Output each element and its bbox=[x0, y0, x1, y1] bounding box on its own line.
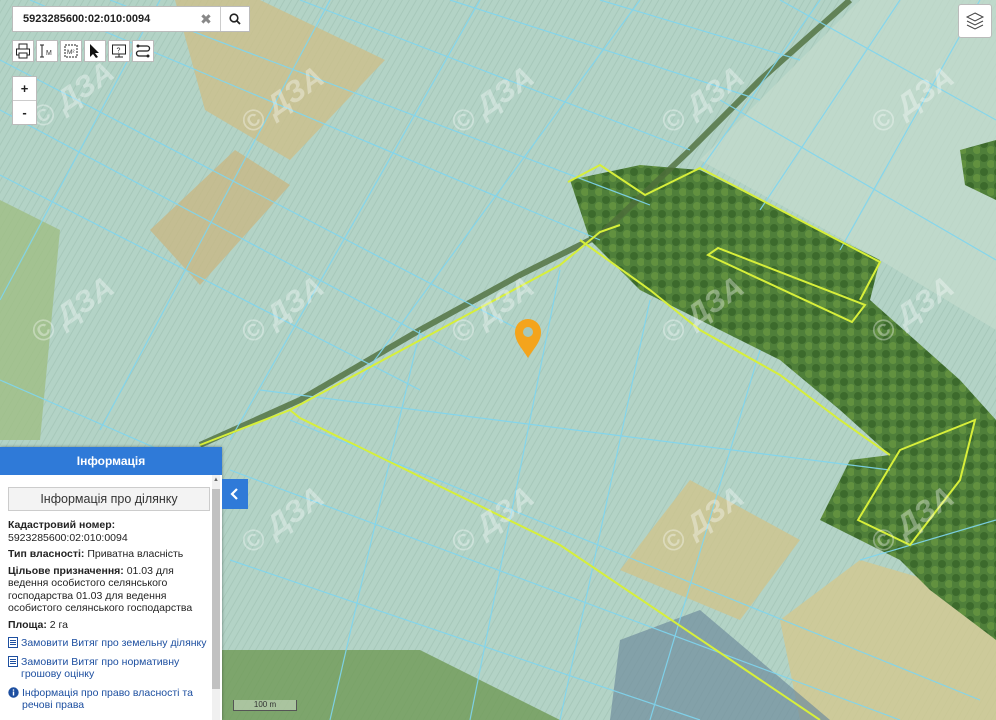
search-input[interactable]: 5923285600:02:010:0094 bbox=[13, 13, 192, 25]
parcel-info-title: Інформація про ділянку bbox=[8, 487, 210, 511]
info-panel: Інформація Інформація про ділянку Кадаст… bbox=[0, 447, 222, 720]
zoom-in-button[interactable]: + bbox=[13, 77, 36, 100]
route-button[interactable] bbox=[132, 40, 154, 62]
order-extract-link[interactable]: Замовити Витяг про земельну ділянку bbox=[8, 637, 210, 650]
document-icon bbox=[8, 637, 18, 648]
ownership-row: Тип власності: Приватна власність bbox=[8, 548, 210, 561]
layers-icon bbox=[965, 12, 985, 30]
scale-bar: 100 m bbox=[233, 700, 297, 711]
svg-text:?: ? bbox=[117, 48, 121, 55]
printer-icon bbox=[16, 43, 30, 59]
collapse-panel-button[interactable] bbox=[222, 479, 248, 509]
chevron-left-icon bbox=[230, 488, 238, 500]
print-button[interactable] bbox=[12, 40, 34, 62]
info-panel-scrollbar[interactable]: ▲ bbox=[212, 475, 220, 720]
area-row: Площа: 2 га bbox=[8, 619, 210, 632]
cadastral-label: Кадастровий номер: bbox=[8, 519, 116, 531]
measure-line-icon: M bbox=[40, 44, 52, 58]
cursor-icon bbox=[90, 44, 99, 58]
map-toolbar: M M² ? bbox=[12, 40, 154, 62]
route-icon bbox=[135, 44, 151, 58]
cadastral-row: Кадастровий номер: 5923285600:02:010:009… bbox=[8, 519, 210, 544]
document-icon bbox=[8, 655, 18, 667]
info-icon bbox=[8, 686, 19, 698]
svg-text:M²: M² bbox=[67, 49, 75, 56]
area-label: Площа: bbox=[8, 618, 47, 631]
measure-area-button[interactable]: M² bbox=[60, 40, 82, 62]
scroll-thumb[interactable] bbox=[212, 489, 220, 689]
ownership-value: Приватна власність bbox=[84, 548, 184, 560]
measure-distance-button[interactable]: M bbox=[36, 40, 58, 62]
info-panel-header: Інформація bbox=[0, 447, 222, 475]
layers-button[interactable] bbox=[958, 4, 992, 38]
order-extract-link-text: Замовити Витяг про земельну ділянку bbox=[21, 637, 207, 649]
svg-text:M: M bbox=[46, 50, 52, 57]
measure-area-icon: M² bbox=[64, 44, 78, 58]
ownership-label: Тип власності: bbox=[8, 548, 85, 560]
monitor-help-icon: ? bbox=[112, 44, 126, 58]
cadastral-value: 5923285600:02:010:0094 bbox=[8, 531, 128, 544]
ownership-rights-link[interactable]: Інформація про право власності та речові… bbox=[8, 687, 210, 712]
order-valuation-link[interactable]: Замовити Витяг про нормативну грошову оц… bbox=[8, 655, 210, 681]
purpose-label: Цільове призначення: bbox=[8, 564, 124, 577]
order-valuation-link-text: Замовити Витяг про нормативну грошову оц… bbox=[21, 655, 180, 681]
identify-button[interactable]: ? bbox=[108, 40, 130, 62]
scroll-up-icon[interactable]: ▲ bbox=[212, 477, 220, 483]
search-icon bbox=[229, 13, 241, 25]
info-panel-body: Інформація про ділянку Кадастровий номер… bbox=[0, 475, 210, 720]
select-button[interactable] bbox=[84, 40, 106, 62]
ownership-rights-link-text: Інформація про право власності та речові… bbox=[22, 686, 193, 712]
search-button[interactable] bbox=[221, 7, 249, 31]
zoom-control: + - bbox=[12, 76, 37, 125]
clear-icon[interactable]: ✖ bbox=[192, 7, 221, 31]
zoom-out-button[interactable]: - bbox=[13, 100, 36, 124]
purpose-row: Цільове призначення: 01.03 для ведення о… bbox=[8, 565, 210, 615]
cadastral-search: 5923285600:02:010:0094 ✖ bbox=[12, 6, 250, 32]
area-value: 2 га bbox=[46, 618, 68, 631]
